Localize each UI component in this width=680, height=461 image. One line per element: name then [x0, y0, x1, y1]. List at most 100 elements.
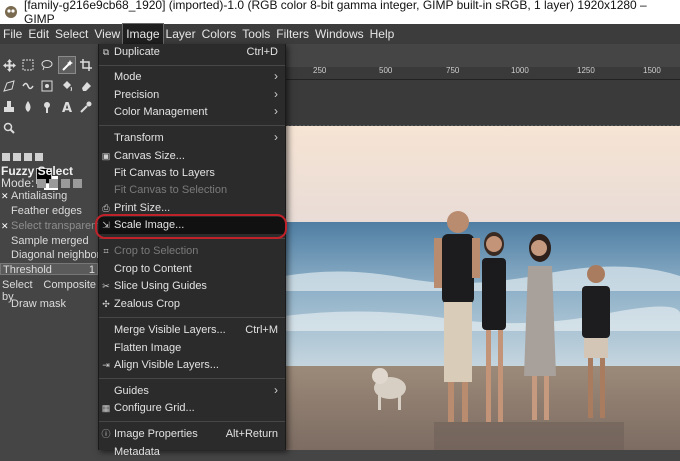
menu-item-zealous-crop[interactable]: ✣ Zealous Crop	[99, 296, 285, 313]
menu-item-label: Slice Using Guides	[114, 280, 207, 292]
printer-icon: ⎙	[102, 203, 110, 213]
menu-item-label: Crop to Selection	[114, 245, 199, 257]
mode-replace-icon[interactable]	[37, 178, 47, 188]
cage-transform-tool-icon[interactable]	[39, 78, 55, 94]
menu-item-label: Merge Visible Layers...	[114, 324, 226, 336]
menu-item-crop-selection[interactable]: ⌗ Crop to Selection	[99, 243, 285, 260]
menu-item-label: Precision	[114, 89, 160, 101]
tool-options-tabs	[0, 151, 100, 163]
undo-history-tab-icon[interactable]	[24, 153, 32, 161]
menu-item-label: Canvas Size...	[114, 150, 185, 162]
text-tool-icon[interactable]: A	[59, 99, 75, 115]
ruler-label: 1500	[643, 67, 661, 75]
menu-windows[interactable]: Windows	[312, 24, 367, 44]
toolbox: A Fuzzy Select Mode: ✕ Antialiasing Feath…	[0, 44, 113, 450]
device-status-tab-icon[interactable]	[13, 153, 21, 161]
ruler-label: 1250	[577, 67, 595, 75]
canvas-size-icon: ▣	[101, 151, 111, 161]
menu-item-label: Duplicate	[114, 46, 160, 58]
menu-filters[interactable]: Filters	[273, 24, 312, 44]
rect-select-tool-icon[interactable]	[20, 57, 36, 73]
window-title: [family-g216e9cb68_1920] (imported)-1.0 …	[23, 0, 647, 26]
menu-item-fit-canvas-layers[interactable]: Fit Canvas to Layers	[99, 165, 285, 182]
bucket-fill-tool-icon[interactable]	[59, 78, 75, 94]
menu-help[interactable]: Help	[367, 24, 398, 44]
menu-item-color-management[interactable]: Color Management ›	[99, 104, 285, 121]
canvas-padding	[283, 80, 680, 126]
image-canvas[interactable]	[284, 126, 680, 450]
horizontal-ruler[interactable]: 250 500 750 1000 1250 1500	[283, 67, 680, 80]
ruler-label: 1000	[511, 67, 529, 75]
image-menu-dropdown: ⧉ Duplicate Ctrl+D Mode › Precision › Color …	[98, 44, 286, 458]
menu-item-flatten[interactable]: Flatten Image	[99, 340, 285, 357]
menu-separator	[99, 317, 285, 318]
menu-tools[interactable]: Tools	[239, 24, 273, 44]
mode-intersect-icon[interactable]	[73, 178, 83, 188]
menu-item-fit-canvas-selection[interactable]: Fit Canvas to Selection	[99, 182, 285, 199]
slice-icon: ✂	[102, 281, 110, 291]
fuzzy-select-tool-icon[interactable]	[58, 56, 76, 74]
move-tool-icon[interactable]	[1, 57, 17, 73]
menu-image[interactable]: Image	[122, 23, 164, 45]
checkbox-unchecked-icon	[1, 252, 7, 258]
antialiasing-option[interactable]: ✕ Antialiasing	[1, 190, 67, 202]
menubar: File Edit Select View Image Layer Colors…	[0, 23, 680, 45]
window-titlebar: [family-g216e9cb68_1920] (imported)-1.0 …	[0, 0, 680, 26]
warp-tool-icon[interactable]	[20, 78, 36, 94]
menu-item-slice-guides[interactable]: ✂ Slice Using Guides	[99, 278, 285, 295]
svg-text:A: A	[62, 101, 72, 113]
blur-tool-icon[interactable]	[20, 99, 36, 115]
menu-item-precision[interactable]: Precision ›	[99, 87, 285, 104]
menu-item-crop-content[interactable]: Crop to Content	[99, 261, 285, 278]
ruler-label: 250	[313, 67, 327, 75]
menu-item-metadata[interactable]: Metadata	[99, 444, 285, 461]
menu-item-label: Metadata	[114, 446, 160, 458]
tool-options-tab-icon[interactable]	[2, 153, 10, 161]
checkbox-checked-icon: ✕	[1, 191, 9, 201]
zealous-crop-icon: ✣	[102, 299, 110, 309]
menu-item-guides[interactable]: Guides ›	[99, 383, 285, 400]
mode-subtract-icon[interactable]	[61, 178, 71, 188]
crop-tool-icon[interactable]	[78, 57, 94, 73]
threshold-slider[interactable]: Threshold 1	[0, 263, 98, 276]
menu-item-configure-grid[interactable]: ▦ Configure Grid...	[99, 400, 285, 417]
crop-icon: ⌗	[103, 246, 109, 256]
sample-merged-label: Sample merged	[11, 235, 89, 247]
menu-item-label: Image Properties	[114, 428, 198, 440]
menu-colors[interactable]: Colors	[199, 24, 240, 44]
lasso-tool-icon[interactable]	[39, 57, 55, 73]
menu-item-shortcut: Alt+Return	[225, 428, 278, 440]
clone-tool-icon[interactable]	[1, 99, 17, 115]
menu-item-transform[interactable]: Transform ›	[99, 130, 285, 147]
menu-item-canvas-size[interactable]: ▣ Canvas Size...	[99, 148, 285, 165]
menu-item-label: Guides	[114, 385, 149, 397]
menu-view[interactable]: View	[91, 24, 123, 44]
unified-transform-tool-icon[interactable]	[1, 78, 17, 94]
threshold-value: 1	[88, 264, 95, 276]
menu-item-mode[interactable]: Mode ›	[99, 69, 285, 86]
color-picker-tool-icon[interactable]	[78, 99, 94, 115]
menu-file[interactable]: File	[0, 24, 25, 44]
grid-icon: ▦	[101, 403, 111, 413]
menu-item-align-visible[interactable]: ⇥ Align Visible Layers...	[99, 357, 285, 374]
menu-item-merge-visible[interactable]: Merge Visible Layers... Ctrl+M	[99, 322, 285, 339]
duplicate-icon: ⧉	[102, 47, 110, 57]
dodge-tool-icon[interactable]	[39, 99, 55, 115]
menu-item-label: Transform	[114, 132, 164, 144]
menu-item-label: Zealous Crop	[114, 298, 181, 310]
diagonal-label: Diagonal neighbors	[11, 249, 106, 261]
diagonal-neighbors-option[interactable]: Diagonal neighbors	[1, 249, 106, 261]
draw-mask-option[interactable]: Draw mask	[1, 298, 66, 310]
feather-label: Feather edges	[11, 205, 82, 217]
eraser-tool-icon[interactable]	[78, 78, 94, 94]
menu-item-image-properties[interactable]: ⓘ Image Properties Alt+Return	[99, 426, 285, 443]
menu-layer[interactable]: Layer	[163, 24, 199, 44]
menu-item-duplicate[interactable]: ⧉ Duplicate Ctrl+D	[99, 44, 285, 61]
menu-select[interactable]: Select	[52, 24, 91, 44]
images-tab-icon[interactable]	[35, 153, 43, 161]
zoom-tool-icon[interactable]	[1, 120, 17, 136]
menu-edit[interactable]: Edit	[25, 24, 52, 44]
feather-edges-option[interactable]: Feather edges	[1, 205, 82, 217]
mode-add-icon[interactable]	[49, 178, 59, 188]
sample-merged-option[interactable]: Sample merged	[1, 235, 89, 247]
